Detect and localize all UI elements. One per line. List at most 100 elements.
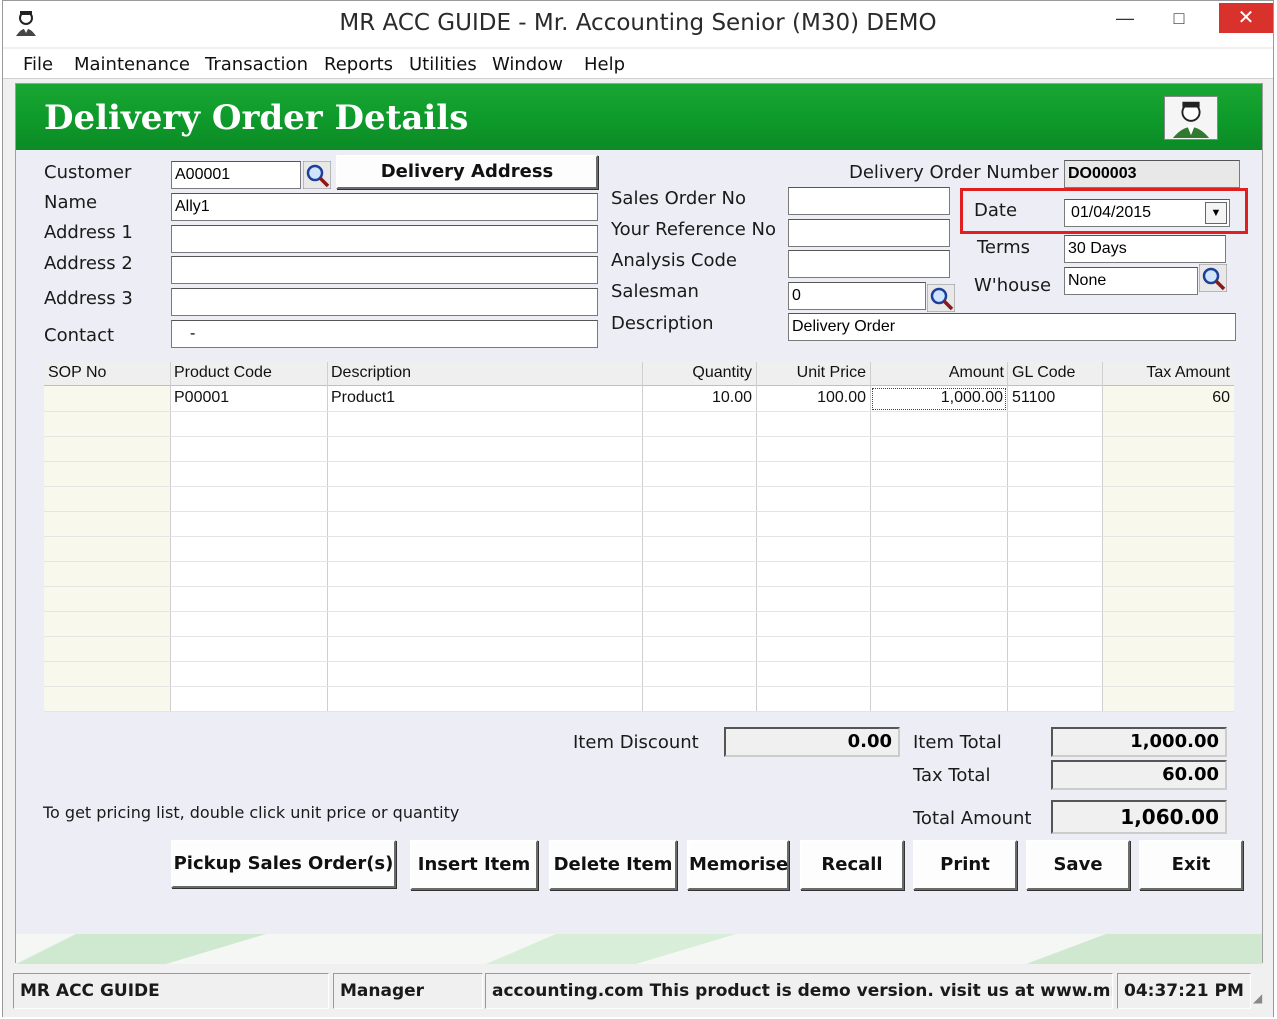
cell-gl-code[interactable]: 51100 <box>1012 389 1055 407</box>
warehouse-label: W'house <box>974 275 1052 296</box>
terms-label: Terms <box>977 237 1031 258</box>
tax-column-fill <box>1102 386 1234 712</box>
customer-code-input[interactable]: A00001 <box>171 161 301 189</box>
customer-search-icon[interactable] <box>303 161 331 189</box>
grid-row-line <box>44 611 1234 612</box>
items-grid[interactable]: SOP No Product Code Description Quantity… <box>44 362 1234 712</box>
col-tax-amount[interactable]: Tax Amount <box>1104 364 1230 382</box>
item-discount-label: Item Discount <box>573 732 699 753</box>
close-button[interactable]: ✕ <box>1219 3 1273 33</box>
menu-window[interactable]: Window <box>492 54 563 75</box>
col-gl-code[interactable]: GL Code <box>1012 364 1075 382</box>
col-sop-no[interactable]: SOP No <box>48 364 106 382</box>
menu-help[interactable]: Help <box>584 54 625 75</box>
address1-label: Address 1 <box>44 222 133 243</box>
window-title: MR ACC GUIDE - Mr. Accounting Senior (M3… <box>339 10 937 36</box>
grid-row-line <box>44 411 1234 412</box>
cell-quantity[interactable]: 10.00 <box>644 389 752 407</box>
sop-column-fill <box>44 386 170 712</box>
sales-order-no-label: Sales Order No <box>611 188 746 209</box>
exit-button[interactable]: Exit <box>1139 840 1243 890</box>
delete-item-button[interactable]: Delete Item <box>549 840 677 890</box>
terms-input[interactable]: 30 Days <box>1064 235 1226 263</box>
grid-row-line <box>44 536 1234 537</box>
description-input[interactable]: Delivery Order <box>788 313 1236 341</box>
warehouse-input[interactable]: None <box>1064 267 1198 295</box>
grid-row-line <box>44 661 1234 662</box>
analysis-code-input[interactable] <box>788 250 950 278</box>
minimize-button[interactable]: — <box>1105 3 1145 33</box>
name-label: Name <box>44 192 98 213</box>
pricing-hint: To get pricing list, double click unit p… <box>43 803 460 822</box>
grid-row-line <box>44 561 1234 562</box>
close-icon: ✕ <box>1237 7 1255 29</box>
delivery-order-form: Delivery Order Details Customer A00001 D… <box>15 83 1263 964</box>
grid-row-line <box>44 586 1234 587</box>
menu-file[interactable]: File <box>23 54 53 75</box>
status-time: 04:37:21 PM <box>1117 973 1251 1009</box>
recall-button[interactable]: Recall <box>800 840 904 890</box>
grid-row-line <box>44 486 1234 487</box>
decorative-footer-band <box>16 934 1262 964</box>
chevron-down-icon: ▼ <box>1210 207 1222 219</box>
delivery-order-number-value: DO00003 <box>1064 160 1240 188</box>
table-row[interactable]: P00001 Product1 10.00 100.00 1,000.00 51… <box>44 386 1234 411</box>
total-amount-label: Total Amount <box>913 808 1032 829</box>
mascot-logo-icon <box>1164 96 1218 140</box>
grid-row-line <box>44 711 1234 712</box>
address2-input[interactable] <box>171 256 598 284</box>
name-input[interactable]: Ally1 <box>171 193 598 221</box>
col-divider <box>642 362 643 712</box>
menu-reports[interactable]: Reports <box>324 54 393 75</box>
address1-input[interactable] <box>171 225 598 253</box>
item-discount-value[interactable]: 0.00 <box>724 727 900 757</box>
contact-label: Contact <box>44 325 115 346</box>
cell-tax-amount[interactable]: 60 <box>1104 389 1230 407</box>
col-divider <box>1102 362 1103 712</box>
grid-row-line <box>44 511 1234 512</box>
col-unit-price[interactable]: Unit Price <box>758 364 866 382</box>
menu-utilities[interactable]: Utilities <box>409 54 477 75</box>
cell-product-code[interactable]: P00001 <box>174 389 229 407</box>
print-button[interactable]: Print <box>913 840 1017 890</box>
col-divider <box>870 362 871 712</box>
cell-unit-price[interactable]: 100.00 <box>758 389 866 407</box>
col-divider <box>1007 362 1008 712</box>
col-divider <box>170 362 171 712</box>
pickup-sales-orders-button[interactable]: Pickup Sales Order(s) <box>171 840 396 888</box>
delivery-address-button[interactable]: Delivery Address <box>336 155 598 189</box>
insert-item-button[interactable]: Insert Item <box>410 840 538 890</box>
date-dropdown-button[interactable]: ▼ <box>1205 202 1227 224</box>
menu-maintenance[interactable]: Maintenance <box>74 54 190 75</box>
status-message: accounting.com This product is demo vers… <box>485 973 1113 1009</box>
address3-label: Address 3 <box>44 288 133 309</box>
status-user: Manager <box>333 973 483 1009</box>
col-amount[interactable]: Amount <box>872 364 1004 382</box>
application-window: MR ACC GUIDE - Mr. Accounting Senior (M3… <box>2 0 1274 1017</box>
resize-grip-icon[interactable]: ◢ <box>1253 991 1269 1007</box>
menu-transaction[interactable]: Transaction <box>205 54 308 75</box>
salesman-search-icon[interactable] <box>927 284 955 312</box>
analysis-code-label: Analysis Code <box>611 250 737 271</box>
address3-input[interactable] <box>171 288 598 316</box>
warehouse-search-icon[interactable] <box>1199 264 1227 292</box>
col-quantity[interactable]: Quantity <box>644 364 752 382</box>
col-product-code[interactable]: Product Code <box>174 364 272 382</box>
title-bar: MR ACC GUIDE - Mr. Accounting Senior (M3… <box>3 1 1273 47</box>
contact-input[interactable]: - <box>171 320 598 348</box>
salesman-input[interactable]: 0 <box>788 282 926 310</box>
delivery-order-number-label: Delivery Order Number <box>849 162 1059 183</box>
sales-order-no-input[interactable] <box>788 187 950 215</box>
col-description[interactable]: Description <box>331 364 411 382</box>
maximize-button[interactable]: □ <box>1159 3 1199 33</box>
cell-description[interactable]: Product1 <box>331 389 395 407</box>
your-reference-input[interactable] <box>788 219 950 247</box>
save-button[interactable]: Save <box>1026 840 1130 890</box>
grid-row-line <box>44 686 1234 687</box>
cell-amount[interactable]: 1,000.00 <box>872 388 1006 410</box>
menu-bar: File Maintenance Transaction Reports Uti… <box>3 49 1273 79</box>
minimize-icon: — <box>1116 8 1134 28</box>
grid-row-line <box>44 636 1234 637</box>
col-divider <box>756 362 757 712</box>
memorise-button[interactable]: Memorise <box>687 840 789 890</box>
